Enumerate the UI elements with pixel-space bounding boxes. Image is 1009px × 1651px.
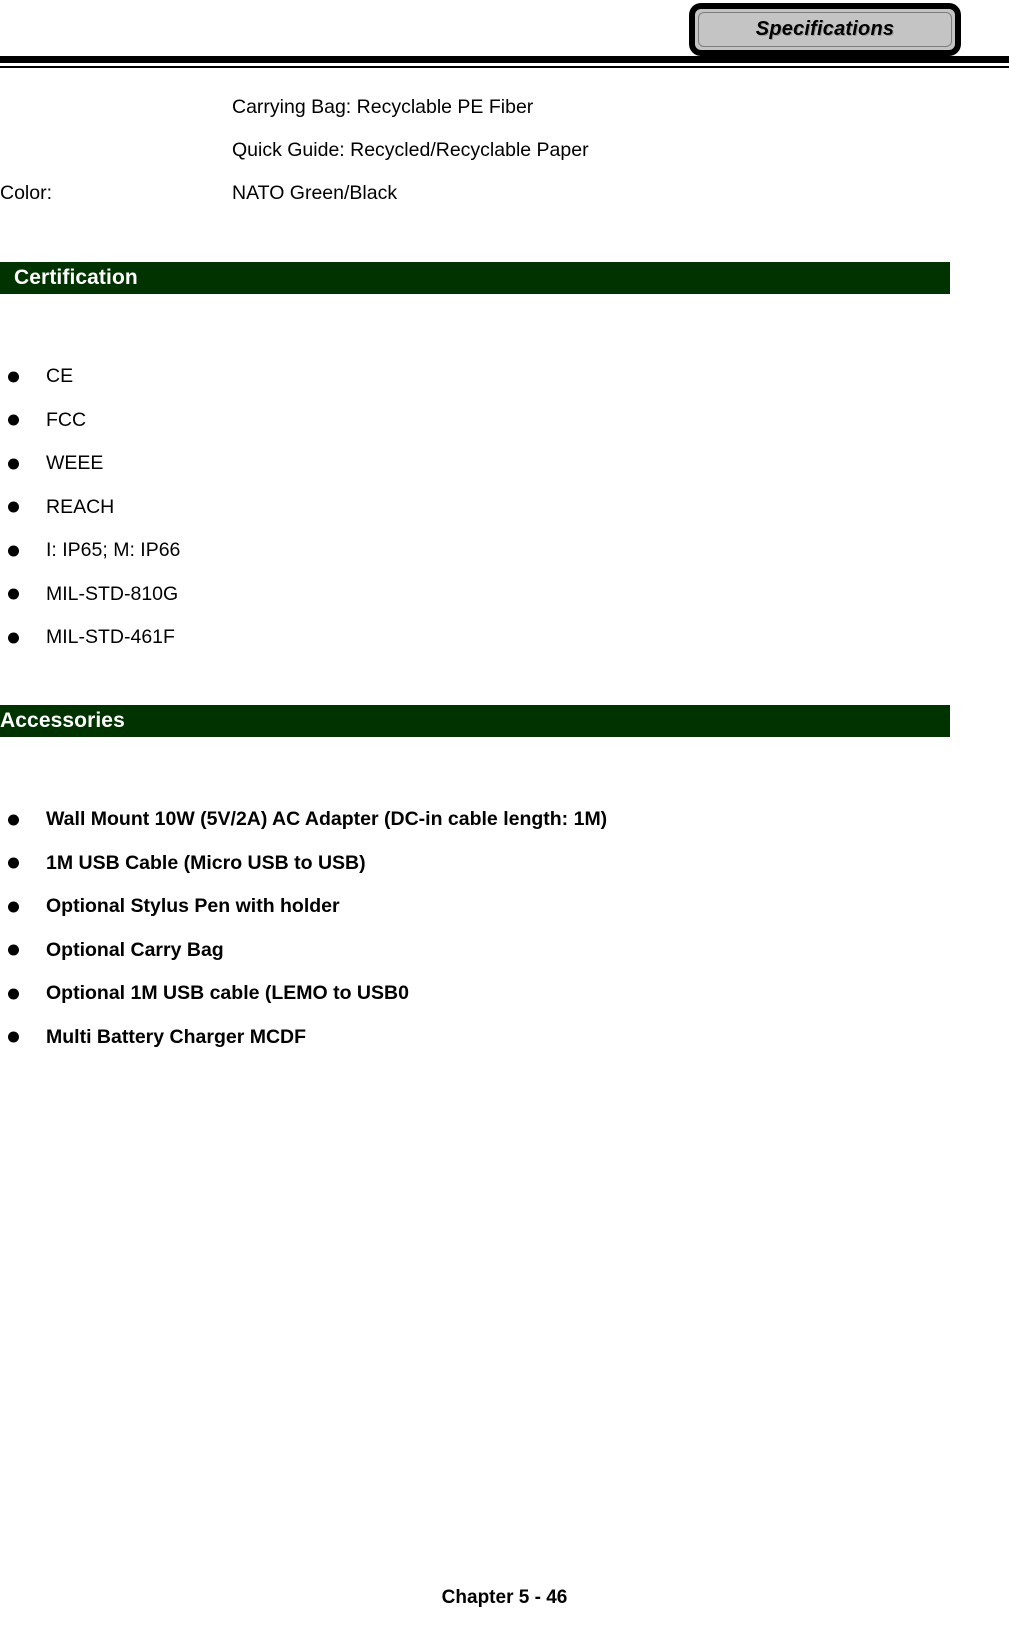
bullet-icon [8,814,19,826]
list-item-label: MIL-STD-461F [46,626,175,649]
list-item-label: Optional 1M USB cable (LEMO to USB0 [46,982,409,1005]
list-item: Optional Stylus Pen with holder [0,885,1009,929]
header-tab-specifications: Specifications [690,4,960,55]
list-item-label: I: IP65; M: IP66 [46,539,181,562]
list-item: Multi Battery Charger MCDF [0,1016,1009,1060]
bullet-icon [8,857,19,869]
list-item: WEEE [0,442,1009,486]
bullet-icon [8,901,19,913]
spec-value: Quick Guide: Recycled/Recyclable Paper [232,139,589,161]
list-item: REACH [0,486,1009,530]
header-rule-thick [0,56,1009,63]
list-item-label: MIL-STD-810G [46,582,179,605]
list-item-label: WEEE [46,452,104,475]
header-rule-thin [0,66,1009,68]
accessories-list: Wall Mount 10W (5V/2A) AC Adapter (DC-in… [0,798,1009,1059]
footer-page-number: Chapter 5 - 46 [441,1587,568,1608]
list-item: MIL-STD-461F [0,616,1009,660]
bullet-icon [8,545,19,557]
list-item: Optional Carry Bag [0,929,1009,973]
bullet-icon [8,988,19,1000]
bullet-icon [8,371,19,383]
bullet-icon [8,458,19,470]
list-item-label: Multi Battery Charger MCDF [46,1025,307,1048]
bullet-icon [8,588,19,600]
table-row: Color: NATO Green/Black [0,172,1009,215]
list-item-label: Optional Stylus Pen with holder [46,895,340,918]
bullet-icon [8,414,19,426]
spec-label-color: Color: [0,182,53,204]
list-item-label: Optional Carry Bag [46,938,224,961]
list-item-label: REACH [46,495,115,518]
list-item: Wall Mount 10W (5V/2A) AC Adapter (DC-in… [0,798,1009,842]
header-tab-label: Specifications [755,18,895,40]
section-title: Certification [14,266,138,289]
list-item: 1M USB Cable (Micro USB to USB) [0,842,1009,886]
list-item-label: Wall Mount 10W (5V/2A) AC Adapter (DC-in… [46,808,608,831]
spec-value: Carrying Bag: Recyclable PE Fiber [232,96,534,118]
list-item: FCC [0,399,1009,443]
bullet-icon [8,501,19,513]
list-item-label: FCC [46,408,87,431]
certification-list: CE FCC WEEE REACH I: IP65; M: IP66 MIL-S… [0,355,1009,660]
list-item: I: IP65; M: IP66 [0,529,1009,573]
table-row: Carrying Bag: Recyclable PE Fiber [0,86,1009,129]
section-header-accessories: Accessories [0,705,950,737]
table-row: Quick Guide: Recycled/Recyclable Paper [0,129,1009,172]
bullet-icon [8,944,19,956]
spec-value-color: NATO Green/Black [232,182,398,204]
list-item: CE [0,355,1009,399]
list-item: MIL-STD-810G [0,573,1009,617]
specification-rows: Carrying Bag: Recyclable PE Fiber Quick … [0,86,1009,215]
section-header-certification: Certification [0,262,950,294]
list-item-label: 1M USB Cable (Micro USB to USB) [46,851,366,874]
page-footer: Chapter 5 - 46 [0,1587,1009,1609]
section-title: Accessories [0,709,125,732]
bullet-icon [8,1031,19,1043]
bullet-icon [8,632,19,644]
list-item-label: CE [46,365,74,388]
list-item: Optional 1M USB cable (LEMO to USB0 [0,972,1009,1016]
page-header: Specifications [0,0,1009,72]
